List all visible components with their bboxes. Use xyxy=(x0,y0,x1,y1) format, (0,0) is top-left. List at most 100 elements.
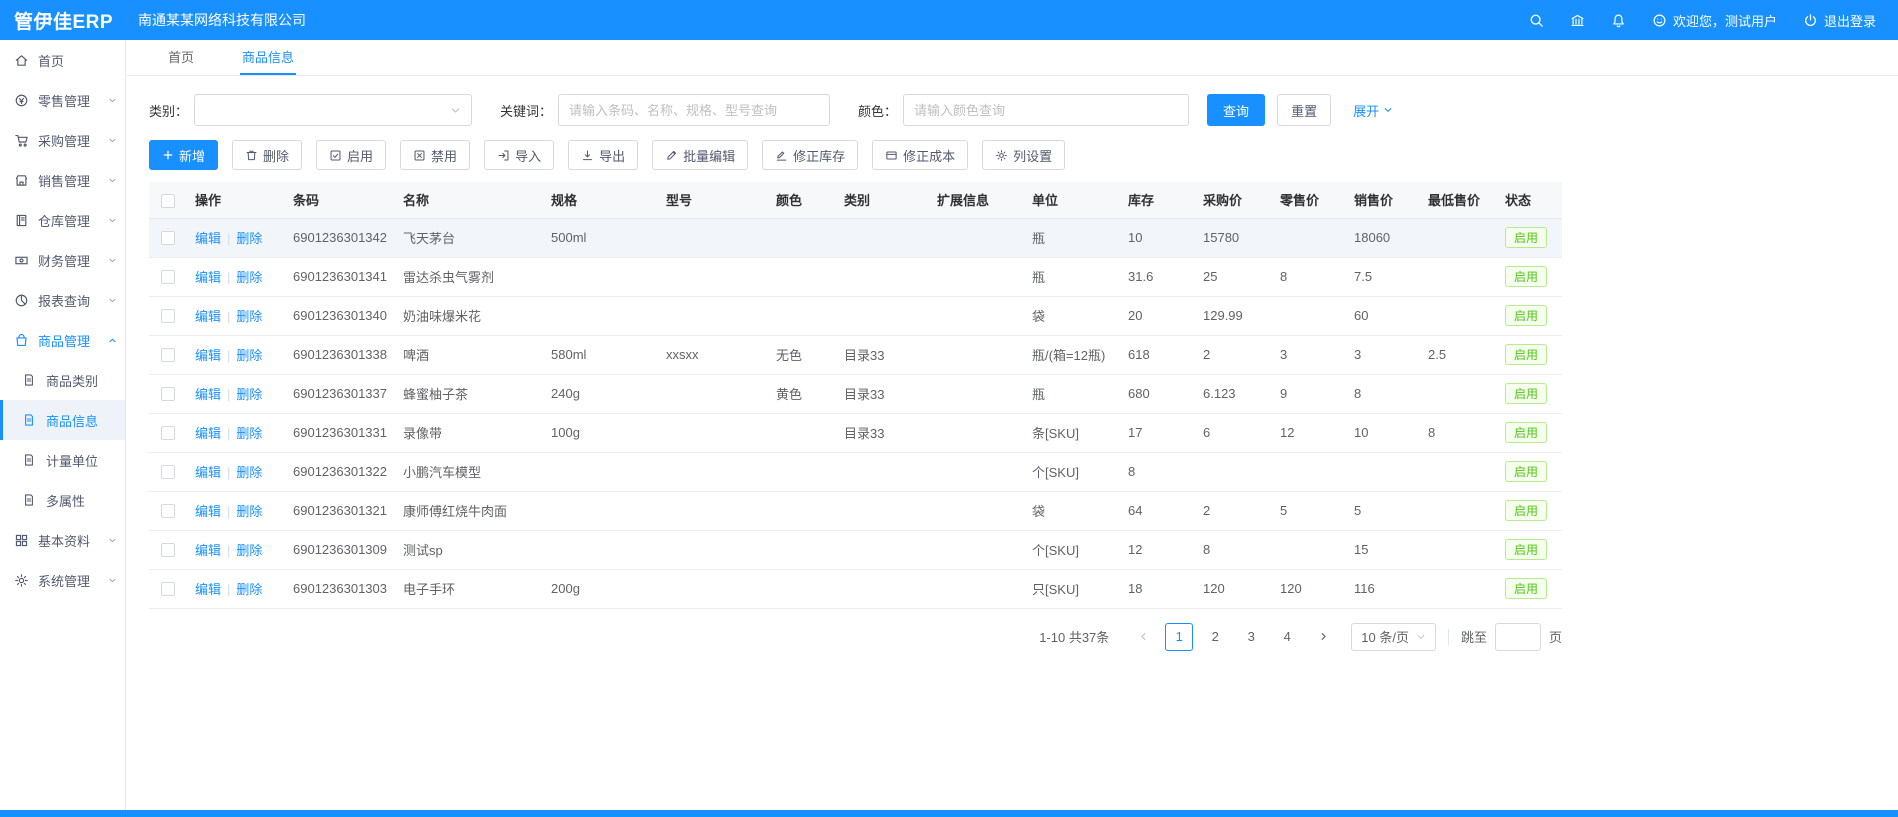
table-row[interactable]: 编辑|删除6901236301322小鹏汽车模型个[SKU]8启用 xyxy=(149,452,1562,491)
edit-link[interactable]: 编辑 xyxy=(195,543,221,558)
table-cell: 啤酒 xyxy=(395,335,543,374)
enable-button[interactable]: 启用 xyxy=(316,140,386,170)
reset-button[interactable]: 重置 xyxy=(1277,94,1331,126)
delete-link[interactable]: 删除 xyxy=(236,231,262,246)
row-checkbox[interactable] xyxy=(161,426,175,440)
table-cell xyxy=(1420,491,1497,530)
fix-stock-button[interactable]: 修正库存 xyxy=(762,140,858,170)
expand-link[interactable]: 展开 xyxy=(1353,101,1393,120)
import-icon xyxy=(497,149,510,162)
disable-button[interactable]: 禁用 xyxy=(400,140,470,170)
table-cell xyxy=(658,491,768,530)
edit-link[interactable]: 编辑 xyxy=(195,348,221,363)
table-row[interactable]: 编辑|删除6901236301341雷达杀虫气雾剂瓶31.62587.5启用 xyxy=(149,257,1562,296)
table-row[interactable]: 编辑|删除6901236301342飞天茅台500ml瓶101578018060… xyxy=(149,218,1562,257)
row-checkbox[interactable] xyxy=(161,231,175,245)
row-checkbox[interactable] xyxy=(161,504,175,518)
edit-link[interactable]: 编辑 xyxy=(195,309,221,324)
edit-link[interactable]: 编辑 xyxy=(195,504,221,519)
sidebar-item-units[interactable]: 计量单位 xyxy=(0,440,125,480)
table-cell xyxy=(1272,530,1346,569)
table-row[interactable]: 编辑|删除6901236301303电子手环200g只[SKU]18120120… xyxy=(149,569,1562,608)
table-cell xyxy=(929,452,1024,491)
edit-link[interactable]: 编辑 xyxy=(195,426,221,441)
page-size-select[interactable]: 10 条/页 xyxy=(1351,623,1436,651)
add-button[interactable]: 新增 xyxy=(149,140,218,170)
status-badge: 启用 xyxy=(1505,266,1547,287)
sidebar-item-purchase[interactable]: 采购管理 xyxy=(0,120,125,160)
search-icon[interactable] xyxy=(1529,13,1544,28)
sidebar-item-product-info[interactable]: 商品信息 xyxy=(0,400,125,440)
tab-home[interactable]: 首页 xyxy=(166,40,196,75)
column-header-model: 型号 xyxy=(658,182,768,218)
sidebar-item-reports[interactable]: 报表查询 xyxy=(0,280,125,320)
edit-link[interactable]: 编辑 xyxy=(195,465,221,480)
row-checkbox[interactable] xyxy=(161,270,175,284)
next-page-button[interactable] xyxy=(1309,623,1337,651)
color-input[interactable] xyxy=(903,94,1189,126)
delete-link[interactable]: 删除 xyxy=(236,465,262,480)
row-checkbox[interactable] xyxy=(161,348,175,362)
table-row[interactable]: 编辑|删除6901236301331录像带100g目录33条[SKU]17612… xyxy=(149,413,1562,452)
page-button-2[interactable]: 2 xyxy=(1201,623,1229,651)
table-row[interactable]: 编辑|删除6901236301309测试sp个[SKU]12815启用 xyxy=(149,530,1562,569)
delete-link[interactable]: 删除 xyxy=(236,270,262,285)
sidebar-item-product-category[interactable]: 商品类别 xyxy=(0,360,125,400)
table-row[interactable]: 编辑|删除6901236301337蜂蜜柚子茶240g黄色目录33瓶6806.1… xyxy=(149,374,1562,413)
table-cell: 580ml xyxy=(543,335,658,374)
delete-link[interactable]: 删除 xyxy=(236,426,262,441)
delete-link[interactable]: 删除 xyxy=(236,543,262,558)
sidebar-item-system[interactable]: 系统管理 xyxy=(0,560,125,600)
sidebar-item-sales[interactable]: 销售管理 xyxy=(0,160,125,200)
document-icon xyxy=(22,493,39,507)
table-cell xyxy=(768,491,836,530)
row-checkbox[interactable] xyxy=(161,387,175,401)
table-row[interactable]: 编辑|删除6901236301340奶油味爆米花袋20129.9960启用 xyxy=(149,296,1562,335)
import-button[interactable]: 导入 xyxy=(484,140,554,170)
sidebar-item-retail[interactable]: 零售管理 xyxy=(0,80,125,120)
delete-link[interactable]: 删除 xyxy=(236,387,262,402)
sidebar-item-warehouse[interactable]: 仓库管理 xyxy=(0,200,125,240)
delete-link[interactable]: 删除 xyxy=(236,309,262,324)
row-checkbox[interactable] xyxy=(161,465,175,479)
edit-link[interactable]: 编辑 xyxy=(195,231,221,246)
page-button-1[interactable]: 1 xyxy=(1165,623,1193,651)
table-cell xyxy=(836,452,929,491)
sidebar-item-multi-attribute[interactable]: 多属性 xyxy=(0,480,125,520)
search-button[interactable]: 查询 xyxy=(1207,94,1265,126)
jump-page-input[interactable] xyxy=(1495,623,1541,651)
select-all-checkbox[interactable] xyxy=(161,194,175,208)
batch-edit-button[interactable]: 批量编辑 xyxy=(652,140,748,170)
bell-icon[interactable] xyxy=(1611,13,1626,28)
edit-link[interactable]: 编辑 xyxy=(195,270,221,285)
page-button-4[interactable]: 4 xyxy=(1273,623,1301,651)
column-header-purchase-price: 采购价 xyxy=(1195,182,1272,218)
row-checkbox[interactable] xyxy=(161,582,175,596)
tab-product-info[interactable]: 商品信息 xyxy=(240,40,296,75)
welcome-user[interactable]: 欢迎您，测试用户 xyxy=(1652,11,1777,30)
logout-button[interactable]: 退出登录 xyxy=(1803,11,1876,30)
sidebar-item-base-data[interactable]: 基本资料 xyxy=(0,520,125,560)
sidebar-item-home[interactable]: 首页 xyxy=(0,40,125,80)
bank-icon[interactable] xyxy=(1570,13,1585,28)
sidebar-item-finance[interactable]: 财务管理 xyxy=(0,240,125,280)
row-checkbox[interactable] xyxy=(161,543,175,557)
edit-link[interactable]: 编辑 xyxy=(195,387,221,402)
table-row[interactable]: 编辑|删除6901236301338啤酒580mlxxsxx无色目录33瓶/(箱… xyxy=(149,335,1562,374)
delete-link[interactable]: 删除 xyxy=(236,348,262,363)
table-cell xyxy=(1420,218,1497,257)
delete-link[interactable]: 删除 xyxy=(236,582,262,597)
delete-button[interactable]: 删除 xyxy=(232,140,302,170)
sidebar-item-products[interactable]: 商品管理 xyxy=(0,320,125,360)
delete-link[interactable]: 删除 xyxy=(236,504,262,519)
page-button-3[interactable]: 3 xyxy=(1237,623,1265,651)
fix-cost-button[interactable]: 修正成本 xyxy=(872,140,968,170)
category-select[interactable] xyxy=(194,94,472,126)
row-checkbox[interactable] xyxy=(161,309,175,323)
table-row[interactable]: 编辑|删除6901236301321康师傅红烧牛肉面袋64255启用 xyxy=(149,491,1562,530)
prev-page-button[interactable] xyxy=(1129,623,1157,651)
keyword-input[interactable] xyxy=(558,94,830,126)
edit-link[interactable]: 编辑 xyxy=(195,582,221,597)
export-button[interactable]: 导出 xyxy=(568,140,638,170)
column-setting-button[interactable]: 列设置 xyxy=(982,140,1065,170)
